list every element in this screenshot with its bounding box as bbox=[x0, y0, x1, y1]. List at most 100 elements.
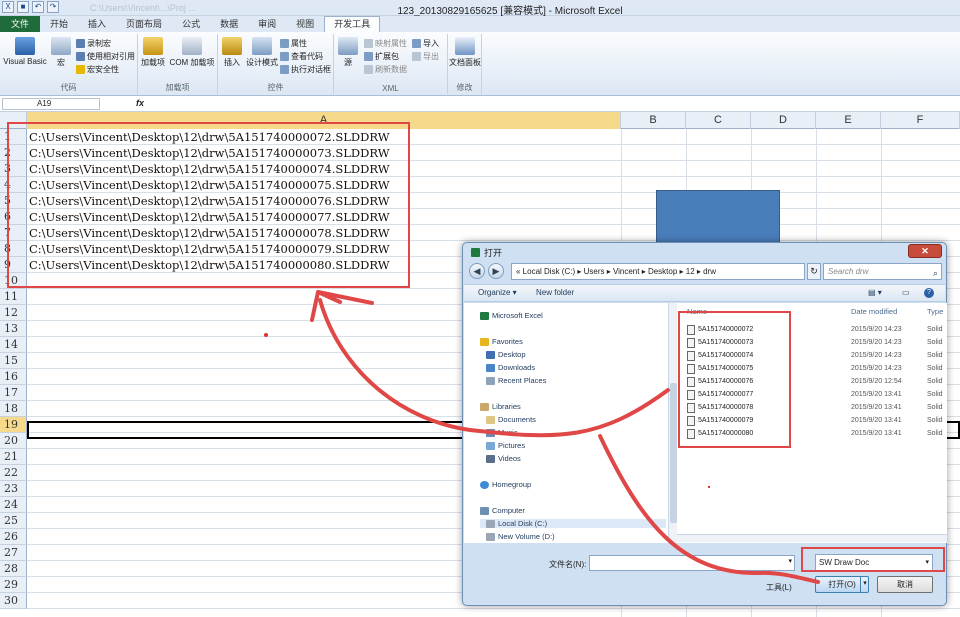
xml-source-button[interactable]: 源 bbox=[338, 37, 358, 68]
filename-input[interactable]: ▾ bbox=[589, 555, 795, 571]
column-header-b[interactable]: B bbox=[621, 112, 686, 129]
row-header[interactable]: 29 bbox=[0, 577, 27, 593]
nav-local-disk-c[interactable]: Local Disk (C:) bbox=[480, 519, 666, 528]
nav-documents[interactable]: Documents bbox=[486, 415, 536, 424]
row-header[interactable]: 27 bbox=[0, 545, 27, 561]
row-header[interactable]: 13 bbox=[0, 321, 27, 337]
row-header[interactable]: 15 bbox=[0, 353, 27, 369]
row-header[interactable]: 24 bbox=[0, 497, 27, 513]
row-header[interactable]: 23 bbox=[0, 481, 27, 497]
nav-microsoft-excel[interactable]: Microsoft Excel bbox=[480, 311, 543, 320]
fx-icon[interactable]: fx bbox=[136, 98, 144, 108]
column-header-f[interactable]: F bbox=[881, 112, 960, 129]
record-macro-button[interactable]: 录制宏 bbox=[76, 38, 111, 49]
com-addins-button[interactable]: COM 加载项 bbox=[168, 37, 216, 68]
row-header[interactable]: 20 bbox=[0, 433, 27, 449]
row-header[interactable]: 12 bbox=[0, 305, 27, 321]
macro-security-button[interactable]: 宏安全性 bbox=[76, 64, 119, 75]
column-header-type[interactable]: Type bbox=[927, 307, 943, 316]
row-header[interactable]: 16 bbox=[0, 369, 27, 385]
row-header[interactable]: 30 bbox=[0, 593, 27, 609]
file-type: Solid bbox=[927, 391, 943, 398]
row-header[interactable]: 11 bbox=[0, 289, 27, 305]
nav-new-volume-d[interactable]: New Volume (D:) bbox=[486, 532, 555, 541]
column-header-d[interactable]: D bbox=[751, 112, 816, 129]
file-date: 2015/9/20 13:41 bbox=[851, 404, 902, 411]
refresh-button[interactable]: ↻ bbox=[807, 263, 821, 280]
macros-button[interactable]: 宏 bbox=[50, 37, 72, 68]
dialog-title: 打开 bbox=[484, 248, 503, 258]
relative-reference-button[interactable]: 使用相对引用 bbox=[76, 51, 135, 62]
tab-data[interactable]: 数据 bbox=[210, 16, 248, 32]
view-options-icon[interactable]: ▤ ▾ bbox=[868, 288, 882, 297]
nav-homegroup[interactable]: Homegroup bbox=[480, 480, 531, 489]
macros-icon bbox=[51, 37, 71, 55]
tab-view[interactable]: 视图 bbox=[286, 16, 324, 32]
file-list-scrollbar[interactable] bbox=[677, 534, 947, 542]
column-header-date[interactable]: Date modified bbox=[851, 307, 897, 316]
design-mode-button[interactable]: 设计模式 bbox=[246, 37, 278, 68]
tab-formulas[interactable]: 公式 bbox=[172, 16, 210, 32]
export-button[interactable]: 导出 bbox=[412, 51, 439, 62]
nav-videos[interactable]: Videos bbox=[486, 454, 521, 463]
column-header-e[interactable]: E bbox=[816, 112, 881, 129]
row-header[interactable]: 22 bbox=[0, 465, 27, 481]
name-box[interactable]: A19 bbox=[2, 98, 100, 110]
row-header[interactable]: 19 bbox=[0, 417, 27, 433]
tab-developer[interactable]: 开发工具 bbox=[324, 16, 381, 32]
visual-basic-button[interactable]: Visual Basic bbox=[2, 37, 48, 66]
refresh-data-button[interactable]: 刷新数据 bbox=[364, 64, 407, 75]
tab-insert[interactable]: 插入 bbox=[78, 16, 116, 32]
nav-desktop[interactable]: Desktop bbox=[486, 350, 526, 359]
nav-scrollbar-thumb[interactable] bbox=[670, 383, 677, 523]
ribbon: Visual Basic 宏 录制宏 使用相对引用 宏安全性 代码 加载项 CO… bbox=[0, 32, 960, 96]
properties-button[interactable]: 属性 bbox=[280, 38, 307, 49]
nav-computer[interactable]: Computer bbox=[480, 506, 525, 515]
tools-button[interactable]: 工具(L) bbox=[766, 582, 792, 593]
close-button[interactable]: ✕ bbox=[908, 244, 942, 258]
tab-page-layout[interactable]: 页面布局 bbox=[116, 16, 172, 32]
nav-pictures[interactable]: Pictures bbox=[486, 441, 525, 450]
run-dialog-button[interactable]: 执行对话框 bbox=[280, 64, 331, 75]
insert-control-button[interactable]: 插入 bbox=[220, 37, 244, 68]
search-input[interactable]: Search drw ⌕ bbox=[823, 263, 942, 280]
star-icon bbox=[480, 337, 489, 346]
new-folder-button[interactable]: New folder bbox=[536, 288, 574, 297]
forward-button[interactable]: ▶ bbox=[488, 263, 504, 279]
group-xml-label: XML bbox=[382, 84, 399, 93]
cancel-button[interactable]: 取消 bbox=[877, 576, 933, 593]
nav-favorites[interactable]: Favorites bbox=[480, 337, 523, 346]
tab-home[interactable]: 开始 bbox=[40, 16, 78, 32]
file-type: Solid bbox=[927, 404, 943, 411]
column-header-c[interactable]: C bbox=[686, 112, 751, 129]
document-panel-button[interactable]: 文档面板 bbox=[448, 37, 482, 68]
tab-review[interactable]: 审阅 bbox=[248, 16, 286, 32]
tab-file[interactable]: 文件 bbox=[0, 16, 41, 32]
addins-button[interactable]: 加载项 bbox=[140, 37, 166, 68]
expansion-packs-button[interactable]: 扩展包 bbox=[364, 51, 399, 62]
address-bar[interactable]: « Local Disk (C:) ▸ Users ▸ Vincent ▸ De… bbox=[511, 263, 805, 280]
row-header[interactable]: 25 bbox=[0, 513, 27, 529]
row-header[interactable]: 28 bbox=[0, 561, 27, 577]
row-header[interactable]: 21 bbox=[0, 449, 27, 465]
dialog-toolbar: Organize ▾ New folder ▤ ▾ ▭ ? bbox=[464, 284, 945, 302]
organize-button[interactable]: Organize ▾ bbox=[478, 288, 517, 297]
map-properties-button[interactable]: 映射属性 bbox=[364, 38, 407, 49]
nav-libraries[interactable]: Libraries bbox=[480, 402, 521, 411]
chevron-down-icon[interactable]: ▾ bbox=[788, 557, 792, 565]
row-header[interactable]: 26 bbox=[0, 529, 27, 545]
open-dropdown-arrow[interactable]: ▾ bbox=[860, 576, 869, 593]
nav-music[interactable]: Music bbox=[486, 428, 518, 437]
row-header[interactable]: 14 bbox=[0, 337, 27, 353]
drive-icon bbox=[486, 532, 495, 541]
back-button[interactable]: ◀ bbox=[469, 263, 485, 279]
view-code-button[interactable]: 查看代码 bbox=[280, 51, 323, 62]
nav-scrollbar[interactable] bbox=[668, 303, 677, 543]
nav-downloads[interactable]: Downloads bbox=[486, 363, 535, 372]
preview-pane-icon[interactable]: ▭ bbox=[902, 288, 910, 297]
import-button[interactable]: 导入 bbox=[412, 38, 439, 49]
row-header[interactable]: 18 bbox=[0, 401, 27, 417]
nav-recent-places[interactable]: Recent Places bbox=[486, 376, 546, 385]
row-header[interactable]: 17 bbox=[0, 385, 27, 401]
help-icon[interactable]: ? bbox=[924, 288, 934, 298]
